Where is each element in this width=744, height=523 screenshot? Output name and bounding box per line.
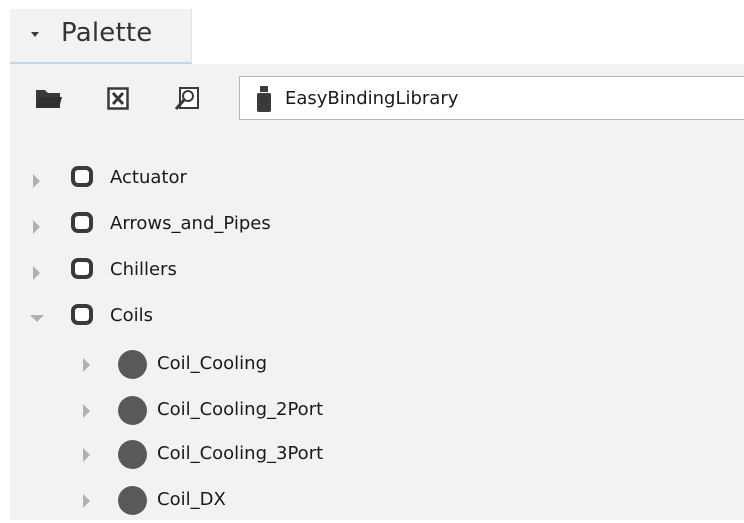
tab-strip: Palette (10, 9, 744, 64)
close-box-icon[interactable] (105, 86, 133, 112)
tree-item-label: Arrows_and_Pipes (110, 213, 271, 234)
collapse-caret-icon[interactable] (31, 32, 39, 37)
tree-item-label: Coil_Cooling_3Port (157, 443, 324, 464)
tree-item-label: Actuator (110, 167, 187, 188)
library-selector[interactable]: EasyBindingLibrary (239, 76, 744, 120)
tab-strip-empty-area (192, 9, 744, 64)
expand-arrow-icon[interactable] (83, 358, 90, 372)
component-ball-icon (118, 396, 147, 425)
tree-item-label: Coil_Cooling_2Port (157, 399, 324, 420)
palette-panel: Palette EasyBindingLibrary Actuator Arro… (10, 9, 744, 520)
expand-arrow-icon[interactable] (83, 494, 90, 508)
tab-palette[interactable]: Palette (10, 9, 192, 64)
tree-row-coil-cooling-3port[interactable]: Coil_Cooling_3Port (10, 433, 744, 477)
tree-row-chillers[interactable]: Chillers (10, 251, 744, 295)
library-jar-icon (256, 85, 272, 113)
component-ball-icon (118, 350, 147, 379)
tree-row-coils[interactable]: Coils (10, 297, 744, 341)
folder-icon (71, 166, 93, 187)
expand-arrow-icon[interactable] (33, 220, 40, 234)
palette-tree: Actuator Arrows_and_Pipes Chillers Coils… (10, 135, 744, 520)
find-icon[interactable] (173, 86, 201, 112)
tree-row-coil-cooling-2port[interactable]: Coil_Cooling_2Port (10, 389, 744, 433)
tree-item-label: Coil_DX (157, 489, 226, 510)
tree-item-label: Coils (110, 305, 153, 326)
tree-row-actuator[interactable]: Actuator (10, 159, 744, 203)
tree-item-label: Coil_Cooling (157, 353, 268, 374)
tree-item-label: Chillers (110, 259, 177, 280)
expand-arrow-icon[interactable] (83, 448, 90, 462)
tree-row-coil-cooling[interactable]: Coil_Cooling (10, 343, 744, 387)
expand-arrow-icon[interactable] (33, 174, 40, 188)
component-ball-icon (118, 486, 147, 515)
tree-row-coil-dx[interactable]: Coil_DX (10, 479, 744, 523)
expand-arrow-icon[interactable] (83, 404, 90, 418)
folder-icon (71, 212, 93, 233)
palette-toolbar: EasyBindingLibrary (10, 66, 744, 131)
library-name: EasyBindingLibrary (285, 88, 459, 109)
folder-open-icon[interactable] (35, 86, 63, 112)
folder-icon (71, 258, 93, 279)
tree-row-arrows-and-pipes[interactable]: Arrows_and_Pipes (10, 205, 744, 249)
collapse-arrow-icon[interactable] (30, 315, 44, 322)
expand-arrow-icon[interactable] (33, 266, 40, 280)
folder-icon (71, 304, 93, 325)
component-ball-icon (118, 440, 147, 469)
tab-title: Palette (61, 18, 153, 48)
